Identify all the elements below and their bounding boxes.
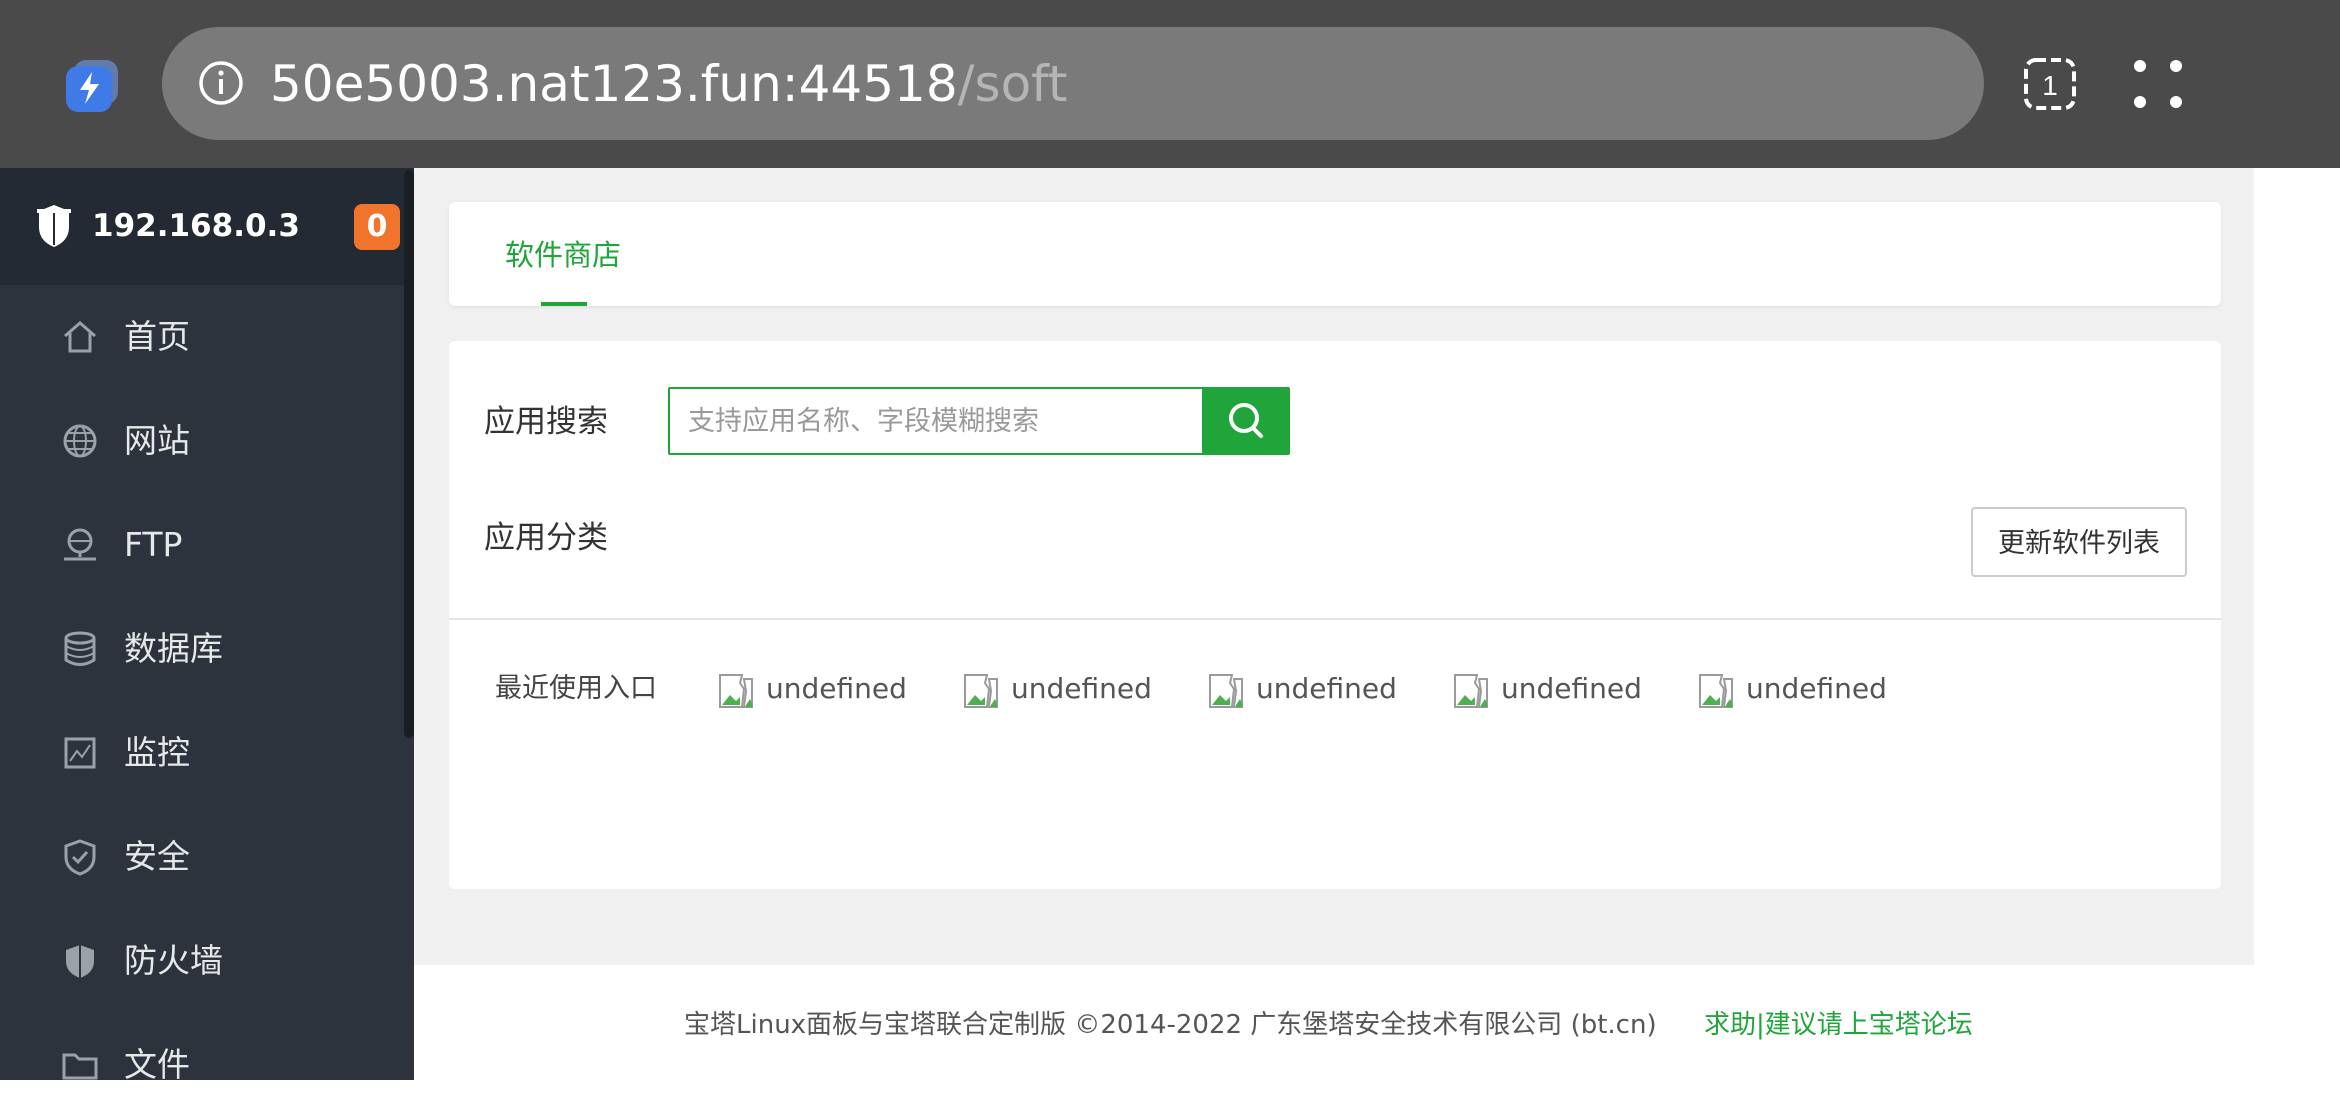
software-panel: 应用搜索 应用分类 更新软件列表 最近使用入口 undefined undefi…: [449, 341, 2221, 889]
broken-image-icon: [963, 673, 999, 709]
tab-count: 1: [2042, 70, 2058, 101]
sidebar-item-firewall[interactable]: 防火墙: [0, 909, 404, 1013]
browser-toolbar: 50e5003.nat123.fun:44518/soft 1: [0, 0, 2340, 168]
tabs-switcher-icon[interactable]: 1: [2022, 56, 2078, 112]
broken-image-icon: [1453, 673, 1489, 709]
search-button[interactable]: [1202, 387, 1290, 455]
active-tab-indicator: [541, 302, 587, 306]
sidebar-item-label: 首页: [124, 317, 190, 356]
bt-logo-icon: [33, 201, 75, 249]
footer: 宝塔Linux面板与宝塔联合定制版 ©2014-2022 广东堡塔安全技术有限公…: [414, 965, 2340, 1080]
footer-copyright: 宝塔Linux面板与宝塔联合定制版 ©2014-2022 广东堡塔安全技术有限公…: [684, 1010, 1657, 1040]
sidebar-item-label: FTP: [124, 525, 183, 564]
sidebar-item-ftp[interactable]: FTP: [0, 493, 404, 597]
recent-entry-label: 最近使用入口: [495, 673, 657, 704]
broken-image-icon: [1208, 673, 1244, 709]
shield-check-icon: [60, 837, 100, 877]
sidebar-item-label: 文件: [124, 1045, 190, 1084]
firewall-icon: [60, 941, 100, 981]
search-label: 应用搜索: [484, 404, 608, 440]
folder-icon: [60, 1045, 100, 1085]
page-margin: [2254, 168, 2340, 1080]
browser-app-icon[interactable]: [64, 58, 124, 114]
server-header[interactable]: 192.168.0.3 0: [0, 168, 414, 285]
sidebar: 192.168.0.3 0 首页 网站 FTP 数据库 监控 安全 防火墙 文件: [0, 168, 414, 1084]
globe-icon: [60, 421, 100, 461]
ftp-icon: [60, 525, 100, 565]
sidebar-item-label: 防火墙: [124, 941, 223, 980]
sidebar-item-label: 安全: [124, 837, 190, 876]
browser-menu-icon[interactable]: [2130, 56, 2186, 112]
sidebar-item-label: 数据库: [124, 629, 223, 668]
sidebar-item-label: 监控: [124, 733, 190, 772]
divider: [449, 618, 2221, 620]
update-software-list-button[interactable]: 更新软件列表: [1971, 507, 2187, 577]
sidebar-item-label: 网站: [124, 421, 190, 460]
sidebar-scrollbar[interactable]: [404, 170, 414, 738]
url-text[interactable]: 50e5003.nat123.fun:44518/soft: [270, 52, 1068, 116]
monitor-icon: [60, 733, 100, 773]
server-ip: 192.168.0.3: [92, 208, 300, 244]
recent-app-name: undefined: [1501, 672, 1642, 705]
notification-badge[interactable]: 0: [354, 204, 400, 250]
info-icon[interactable]: [196, 58, 246, 108]
url-host: 50e5003.nat123.fun:44518: [270, 55, 958, 113]
search-input[interactable]: [668, 387, 1204, 455]
search-icon: [1202, 403, 1290, 458]
url-path: /soft: [957, 55, 1068, 113]
sidebar-item-monitor[interactable]: 监控: [0, 701, 404, 805]
recent-app-name: undefined: [1746, 672, 1887, 705]
database-icon: [60, 629, 100, 669]
forum-link[interactable]: 求助|建议请上宝塔论坛: [1704, 1003, 1973, 1047]
category-label: 应用分类: [484, 520, 608, 556]
tab-software-store[interactable]: 软件商店: [505, 232, 621, 278]
broken-image-icon: [1698, 673, 1734, 709]
tab-bar: 软件商店: [449, 202, 2221, 306]
broken-image-icon: [718, 673, 754, 709]
recent-app-name: undefined: [1256, 672, 1397, 705]
home-icon: [60, 317, 100, 357]
sidebar-item-home[interactable]: 首页: [0, 285, 404, 389]
sidebar-item-files[interactable]: 文件: [0, 1013, 404, 1117]
sidebar-item-database[interactable]: 数据库: [0, 597, 404, 701]
recent-app-name: undefined: [766, 672, 907, 705]
sidebar-item-security[interactable]: 安全: [0, 805, 404, 909]
sidebar-item-website[interactable]: 网站: [0, 389, 404, 493]
recent-app-name: undefined: [1011, 672, 1152, 705]
